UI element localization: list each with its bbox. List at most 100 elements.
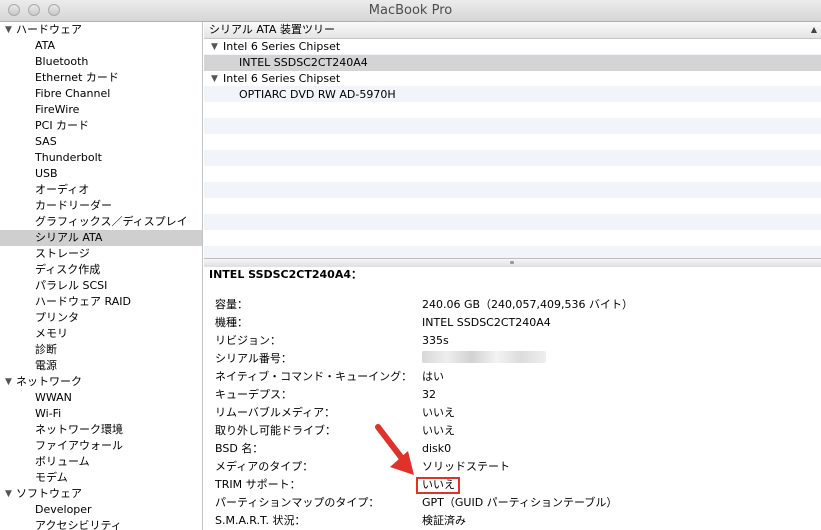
- tree-row-device[interactable]: OPTIARC DVD RW AD-5970H: [204, 87, 821, 103]
- serial-number-redacted: [422, 351, 546, 363]
- sidebar-row-label: パラレル SCSI: [35, 279, 108, 292]
- tree-row-controller[interactable]: ▼ Intel 6 Series Chipset: [204, 39, 821, 55]
- sidebar-row-label: オーディオ: [35, 183, 90, 196]
- sidebar-item-fibre-channel[interactable]: Fibre Channel: [0, 86, 202, 102]
- property-value: disk0: [422, 442, 452, 455]
- sidebar-item-disc-burning[interactable]: ディスク作成: [0, 262, 202, 278]
- sidebar-row-label: ボリューム: [35, 455, 90, 468]
- system-information-window: MacBook Pro ▼ ハードウェア ATA Bluetooth Ethernet …: [0, 0, 821, 530]
- sidebar-item-firewall[interactable]: ファイアウォール: [0, 438, 202, 454]
- property-value: 335s: [422, 334, 449, 347]
- property-key: シリアル番号：: [215, 352, 292, 365]
- tree-row-label: OPTIARC DVD RW AD-5970H: [239, 88, 396, 101]
- disclosure-triangle-icon[interactable]: ▼: [211, 39, 218, 55]
- sidebar-item-ethernet[interactable]: Ethernet カード: [0, 70, 202, 86]
- device-tree: シリアル ATA 装置ツリー ▲ ▼ Intel 6 Series Chipset…: [204, 22, 821, 258]
- sidebar-row-label: プリンタ: [35, 311, 79, 324]
- property-value: 32: [422, 388, 436, 401]
- sidebar-row-label: ディスク作成: [35, 263, 101, 276]
- sidebar-item-firewire[interactable]: FireWire: [0, 102, 202, 118]
- sidebar-item-memory[interactable]: メモリ: [0, 326, 202, 342]
- sidebar-row-label: ネットワーク環境: [35, 423, 123, 436]
- splitter-handle-icon: [510, 261, 514, 264]
- sidebar-item-power[interactable]: 電源: [0, 358, 202, 374]
- sidebar-row-label: ネットワーク: [16, 375, 82, 388]
- sidebar-row-label: アクセシビリティ: [35, 519, 122, 530]
- disclosure-triangle-icon[interactable]: ▼: [211, 71, 218, 87]
- property-value: ソリッドステート: [422, 460, 510, 473]
- sidebar-item-diagnostics[interactable]: 診断: [0, 342, 202, 358]
- sidebar-item-pci[interactable]: PCI カード: [0, 118, 202, 134]
- sidebar-item-serial-ata[interactable]: シリアル ATA: [0, 230, 202, 246]
- sidebar-item-graphics[interactable]: グラフィックス／ディスプレイ: [0, 214, 202, 230]
- sidebar-row-label: ハードウェア RAID: [35, 295, 131, 308]
- sidebar-row-label: SAS: [35, 135, 57, 148]
- property-key: TRIM サポート：: [215, 478, 301, 491]
- sidebar-item-wwan[interactable]: WWAN: [0, 390, 202, 406]
- sidebar-item-locations[interactable]: ネットワーク環境: [0, 422, 202, 438]
- property-key: リムーバブルメディア：: [215, 406, 336, 419]
- sidebar-row-label: Thunderbolt: [35, 151, 102, 164]
- sidebar-item-ata[interactable]: ATA: [0, 38, 202, 54]
- tree-row-device[interactable]: INTEL SSDSC2CT240A4: [204, 55, 821, 71]
- tree-column-header[interactable]: シリアル ATA 装置ツリー ▲: [204, 22, 821, 39]
- sidebar-item-sas[interactable]: SAS: [0, 134, 202, 150]
- title-bar: MacBook Pro: [0, 0, 821, 22]
- sidebar-item-usb[interactable]: USB: [0, 166, 202, 182]
- property-key: 容量：: [215, 298, 248, 311]
- property-key: パーティションマップのタイプ：: [215, 496, 380, 509]
- sidebar-row-label: ファイアウォール: [35, 439, 123, 452]
- sidebar-row-label: Wi-Fi: [35, 407, 62, 420]
- sidebar-item-volumes[interactable]: ボリューム: [0, 454, 202, 470]
- sidebar-item-printers[interactable]: プリンタ: [0, 310, 202, 326]
- sidebar-row-label: 診断: [35, 343, 57, 356]
- property-key: S.M.A.R.T. 状況：: [215, 514, 306, 527]
- property-value: GPT（GUID パーティションテーブル）: [422, 496, 618, 509]
- property-value: INTEL SSDSC2CT240A4: [422, 316, 551, 329]
- window-title: MacBook Pro: [368, 3, 453, 18]
- property-key: メディアのタイプ：: [215, 460, 314, 473]
- sidebar-cat-hardware[interactable]: ▼ ハードウェア: [0, 22, 202, 38]
- sidebar-item-audio[interactable]: オーディオ: [0, 182, 202, 198]
- property-key: キューデプス：: [215, 388, 292, 401]
- sidebar-cat-software[interactable]: ▼ ソフトウェア: [0, 486, 202, 502]
- sidebar-item-thunderbolt[interactable]: Thunderbolt: [0, 150, 202, 166]
- tree-row-label: Intel 6 Series Chipset: [223, 40, 341, 53]
- tree-row-label: INTEL SSDSC2CT240A4: [239, 56, 368, 69]
- sidebar-item-bluetooth[interactable]: Bluetooth: [0, 54, 202, 70]
- sidebar-row-label: ハードウェア: [16, 23, 82, 36]
- sidebar-item-storage[interactable]: ストレージ: [0, 246, 202, 262]
- disclosure-triangle-icon[interactable]: ▼: [5, 22, 12, 38]
- property-value: 240.06 GB（240,057,409,536 バイト）: [422, 298, 634, 311]
- sidebar-row-label: Ethernet カード: [35, 71, 119, 84]
- sidebar: ▼ ハードウェア ATA Bluetooth Ethernet カード Fibre Cha…: [0, 22, 203, 530]
- sort-ascending-icon: ▲: [810, 25, 817, 34]
- property-value: はい: [422, 370, 444, 383]
- sidebar-row-label: ATA: [35, 39, 56, 52]
- sidebar-item-accessibility[interactable]: アクセシビリティ: [0, 518, 202, 530]
- disclosure-triangle-icon[interactable]: ▼: [5, 374, 12, 390]
- sidebar-row-label: シリアル ATA: [35, 231, 103, 244]
- detail-title: INTEL SSDSC2CT240A4：: [209, 268, 362, 281]
- sidebar-item-parallel-scsi[interactable]: パラレル SCSI: [0, 278, 202, 294]
- sidebar-item-hardware-raid[interactable]: ハードウェア RAID: [0, 294, 202, 310]
- tree-header-label: シリアル ATA 装置ツリー: [209, 23, 335, 36]
- sidebar-row-label: USB: [35, 167, 58, 180]
- sidebar-row-label: メモリ: [35, 327, 68, 340]
- property-key: ネイティブ・コマンド・キューイング：: [215, 370, 413, 383]
- sidebar-row-label: Developer: [35, 503, 92, 516]
- tree-row-label: Intel 6 Series Chipset: [223, 72, 341, 85]
- property-value: いいえ: [422, 424, 455, 437]
- sidebar-row-label: モデム: [35, 471, 68, 484]
- sidebar-row-label: ストレージ: [35, 247, 90, 260]
- sidebar-row-label: グラフィックス／ディスプレイ: [35, 215, 188, 228]
- tree-row-controller[interactable]: ▼ Intel 6 Series Chipset: [204, 71, 821, 87]
- sidebar-item-card-reader[interactable]: カードリーダー: [0, 198, 202, 214]
- sidebar-item-wifi[interactable]: Wi-Fi: [0, 406, 202, 422]
- sidebar-item-developer[interactable]: Developer: [0, 502, 202, 518]
- property-key: 取り外し可能ドライブ：: [215, 424, 336, 437]
- sidebar-item-modems[interactable]: モデム: [0, 470, 202, 486]
- sidebar-row-label: カードリーダー: [35, 199, 112, 212]
- disclosure-triangle-icon[interactable]: ▼: [5, 486, 12, 502]
- sidebar-cat-network[interactable]: ▼ ネットワーク: [0, 374, 202, 390]
